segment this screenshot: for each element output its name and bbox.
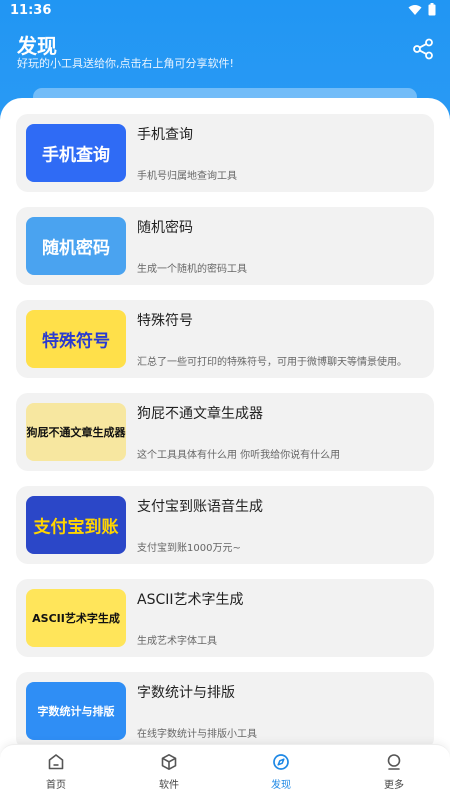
tool-thumbnail: 特殊符号 [26,310,126,368]
tool-title: 特殊符号 [137,313,193,329]
thumbnail-title: 字数统计与排版 [37,705,115,718]
battery-icon [428,3,436,16]
tool-thumbnail: 支付宝到账 [26,496,126,554]
tab-software[interactable]: 软件 [141,753,197,797]
tab-more-label: 更多 [384,780,404,791]
thumbnail-title: 支付宝到账 [33,517,119,538]
thumbnail-title: 手机查询 [42,145,110,166]
tab-discover-label: 发现 [271,780,291,791]
tool-description: 生成艺术字体工具 [137,636,217,647]
tool-card[interactable]: 特殊符号 特殊符号 汇总了一些可打印的特殊符号，可用于微博聊天等情景使用。 [16,300,434,378]
page-subtitle: 好玩的小工具送给你,点击右上角可分享软件! [17,57,234,70]
tool-card[interactable]: 狗屁不通文章生成器 狗屁不通文章生成器 这个工具具体有什么用 你听我给你说有什么用 [16,393,434,471]
bottom-tab-bar: 首页 软件 发现 更多 [0,744,450,801]
thumbnail-title: 特殊符号 [42,331,110,352]
tool-description: 在线字数统计与排版小工具 [137,729,257,740]
tool-title: ASCII艺术字生成 [137,592,244,608]
home-icon [48,754,64,770]
tool-thumbnail: ASCII艺术字生成 [26,589,126,647]
tool-card[interactable]: 随机密码 随机密码 生成一个随机的密码工具 [16,207,434,285]
tool-description: 生成一个随机的密码工具 [137,264,247,275]
content-sheet: 手机查询 手机查询 手机号归属地查询工具 随机密码 随机密码 生成一个随机的密码工具 特殊符… [0,98,450,800]
tool-title: 狗屁不通文章生成器 [137,406,263,422]
tab-discover[interactable]: 发现 [253,753,309,797]
share-icon[interactable] [412,38,434,60]
tool-title: 支付宝到账语音生成 [137,499,263,515]
compass-icon [273,754,289,770]
tool-thumbnail: 手机查询 [26,124,126,182]
tool-card[interactable]: ASCII艺术字生成 ASCII艺术字生成生成艺术字体工具 [16,579,434,657]
tool-description: 手机号归属地查询工具 [137,171,237,182]
status-icons [408,3,436,16]
status-bar: 11:36 [0,0,450,22]
tool-thumbnail: 随机密码 [26,217,126,275]
tool-thumbnail: 狗屁不通文章生成器 [26,403,126,461]
wifi-icon [408,4,422,15]
tool-description: 这个工具具体有什么用 你听我给你说有什么用 [137,450,341,461]
status-time: 11:36 [10,3,52,18]
thumbnail-title: 随机密码 [42,238,110,259]
tool-description: 支付宝到账1000万元~ [137,543,241,554]
tab-home[interactable]: 首页 [28,753,84,797]
tool-thumbnail: 字数统计与排版 [26,682,126,740]
tool-card[interactable]: 字数统计与排版 字数统计与排版 在线字数统计与排版小工具 [16,672,434,750]
cube-icon [161,754,177,770]
more-icon [387,754,401,770]
tool-title: 随机密码 [137,220,193,236]
tool-card[interactable]: 手机查询 手机查询 手机号归属地查询工具 [16,114,434,192]
tab-home-label: 首页 [46,780,66,791]
tab-more[interactable]: 更多 [366,753,422,797]
tool-description: 汇总了一些可打印的特殊符号，可用于微博聊天等情景使用。 [137,357,407,368]
tool-title: 字数统计与排版 [137,685,235,701]
thumbnail-title: ASCII艺术字生成 [32,612,120,625]
tool-title: 手机查询 [137,127,193,143]
tab-software-label: 软件 [159,780,179,791]
tool-card[interactable]: 支付宝到账 支付宝到账语音生成支付宝到账1000万元~ [16,486,434,564]
thumbnail-title: 狗屁不通文章生成器 [26,426,126,439]
